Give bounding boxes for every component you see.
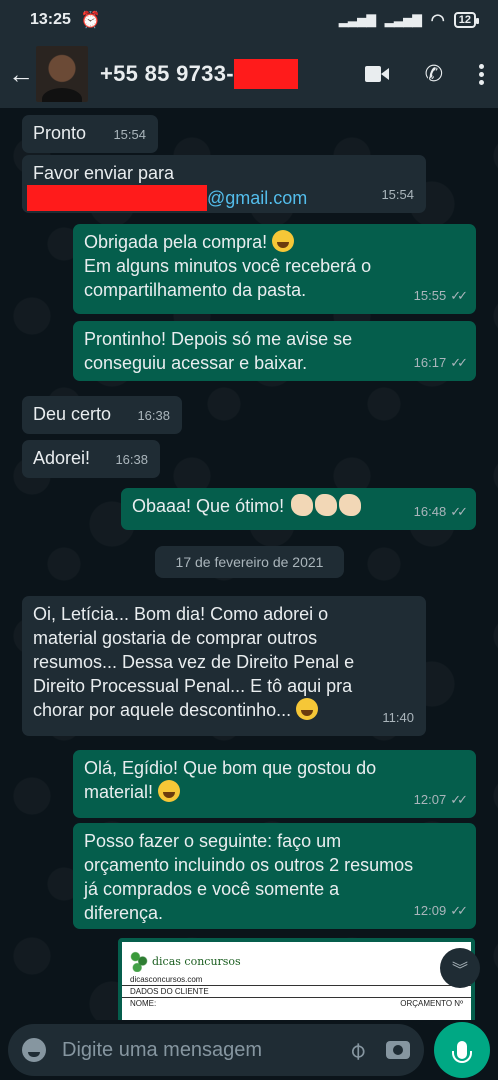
message-input[interactable]: Digite uma mensagem ⌀ [8,1024,424,1076]
message-input-placeholder[interactable]: Digite uma mensagem [62,1039,350,1062]
message-time: 16:48 [413,504,447,519]
signal-icon: ▂▃▅▇ [338,13,376,27]
message-text: Em alguns minutos você receberá o [84,256,372,276]
date-divider: 17 de fevereiro de 2021 [155,546,344,578]
chat-area[interactable]: Pronto 15:54 Favor enviar para @gmail.co… [0,108,498,1020]
attachment-field-row: NOME: ORÇAMENTO Nº [122,997,471,1009]
message-text: resumos... Dessa vez de Direito Penal e [33,652,355,672]
double-check-icon: ✓✓ [450,504,468,519]
battery-icon: 12 [453,12,480,28]
message-text: Prontinho! Depois só me avise se [84,329,353,349]
message-text: Favor enviar para [33,163,175,183]
message-meta: 16:17 ✓✓ [413,351,468,375]
message-text: orçamento incluindo os outros 2 resumos [84,855,414,875]
message-text: Deu certo [33,404,112,424]
redaction-bar [27,185,207,211]
double-check-icon: ✓✓ [450,903,468,918]
clapping-hands-icon [339,494,362,516]
double-chevron-down-icon: ︾ [451,962,468,979]
message-incoming[interactable]: Oi, Letícia... Bom dia! Como adorei o ma… [22,596,426,736]
message-text: chorar por aquele descontinho... [33,700,292,720]
message-incoming[interactable]: Favor enviar para @gmail.com 15:54 [22,155,426,213]
message-outgoing[interactable]: Posso fazer o seguinte: faço um orçament… [73,823,476,929]
message-text: compartilhamento da pasta. [84,280,307,300]
smiling-emoji-icon [158,780,181,802]
message-time: 12:07 [413,792,447,807]
message-text: material gostaria de comprar outros [33,628,318,648]
message-time: 15:54 [113,127,146,142]
contact-name[interactable]: +55 85 9733- [100,59,298,89]
input-bar: Digite uma mensagem ⌀ [0,1020,498,1080]
video-call-icon[interactable] [364,66,389,82]
message-time: 16:17 [413,355,447,370]
message-text: Obaaa! Que ótimo! [132,496,285,516]
message-incoming[interactable]: Pronto 15:54 [22,115,158,153]
alarm-icon: ⏰ [80,12,101,29]
attachment-section-label: DADOS DO CLIENTE [130,987,209,996]
chat-header: ← +55 85 9733- ✆ [0,40,498,108]
scroll-down-button[interactable]: ︾ [440,948,480,988]
redaction-bar [233,59,298,89]
message-time: 16:38 [115,452,148,467]
message-text: diferença. [84,903,164,923]
message-outgoing[interactable]: Prontinho! Depois só me avise se consegu… [73,321,476,381]
more-options-icon[interactable] [479,63,484,85]
message-outgoing[interactable]: Obaaa! Que ótimo! 16:48 ✓✓ [121,488,476,530]
double-check-icon: ✓✓ [450,792,468,807]
message-text: Adorei! [33,448,91,468]
attachment-field-label: NOME: [130,999,157,1008]
message-meta: 15:55 ✓✓ [413,284,468,308]
message-meta: 12:07 ✓✓ [413,788,468,812]
attachment-site: dicasconcursos.com [130,975,203,984]
message-outgoing[interactable]: Obrigada pela compra! Em alguns minutos … [73,224,476,314]
camera-icon[interactable] [386,1041,410,1059]
message-time: 16:38 [137,408,170,423]
message-meta: 12:09 ✓✓ [413,899,468,923]
message-text: já comprados e você somente a [84,879,340,899]
double-check-icon: ✓✓ [450,355,468,370]
attachment-logo-text: dicas concursos [152,954,241,968]
grinning-emoji-icon [272,230,295,252]
avatar[interactable] [36,46,88,102]
status-bar: 13:25 ⏰ ▂▃▅▇ ▂▃▅▇ ◠ 12 [0,0,498,40]
contact-number: +55 85 9733- [100,61,234,86]
clapping-hands-icon [315,494,338,516]
signal-icon-2: ▂▃▅▇ [384,13,422,27]
message-time: 15:54 [381,187,414,202]
phone-icon[interactable]: ✆ [425,61,443,87]
mic-icon [452,1041,472,1063]
email-text[interactable]: @gmail.com [207,186,307,210]
message-outgoing[interactable]: Olá, Egídio! Que bom que gostou do mater… [73,750,476,818]
message-text: Pronto [33,123,87,143]
tears-of-joy-emoji-icon [296,698,319,720]
message-text: material! [84,782,154,802]
message-incoming[interactable]: Deu certo 16:38 [22,396,182,434]
message-text: Olá, Egídio! Que bom que gostou do [84,758,377,778]
message-text: Oi, Letícia... Bom dia! Como adorei o [33,604,329,624]
message-text: Posso fazer o seguinte: faço um [84,831,342,851]
message-text: Obrigada pela compra! [84,232,268,252]
message-meta: 16:48 ✓✓ [413,500,468,524]
mic-button[interactable] [434,1022,490,1078]
clapping-hands-icon [291,494,314,516]
attachment-section: DADOS DO CLIENTE [122,985,471,997]
message-text: Direito Processual Penal... E tô aqui pr… [33,676,353,696]
attachment-right-label: ORÇAMENTO Nº [400,999,463,1008]
emoji-icon[interactable] [22,1038,46,1062]
message-time: 11:40 [382,710,414,725]
status-time: 13:25 [30,11,71,28]
double-check-icon: ✓✓ [450,288,468,303]
back-arrow-icon[interactable]: ← [8,59,34,90]
dicas-concursos-logo-icon [130,950,148,972]
image-attachment[interactable]: dicas concursos dicasconcursos.com DADOS… [118,938,475,1020]
message-incoming[interactable]: Adorei! 16:38 [22,440,160,478]
message-text: conseguiu acessar e baixar. [84,353,308,373]
message-time: 12:09 [413,903,447,918]
wifi-icon: ◠ [430,12,445,29]
message-time: 15:55 [413,288,447,303]
